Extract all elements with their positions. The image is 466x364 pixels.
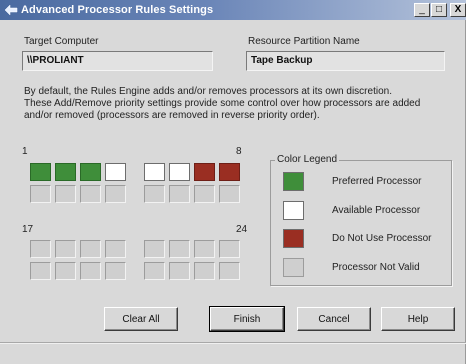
legend-item-not-valid: Processor Not Valid	[283, 258, 420, 277]
processor-grid-17-20	[30, 240, 126, 280]
target-computer-label: Target Computer	[24, 36, 99, 47]
rules-description: By default, the Rules Engine adds and/or…	[24, 86, 424, 122]
processor-slot-15[interactable]	[194, 185, 215, 203]
processor-grid-5-8	[144, 163, 240, 203]
legend-item-available: Available Processor	[283, 201, 420, 220]
title-bar[interactable]: Advanced Processor Rules Settings _ □ X	[0, 0, 466, 20]
maximize-button[interactable]: □	[431, 3, 447, 17]
processor-slot-5[interactable]	[144, 163, 165, 181]
processor-rules-window: Advanced Processor Rules Settings _ □ X …	[0, 0, 466, 364]
processor-slot-7[interactable]	[194, 163, 215, 181]
processor-slot-11[interactable]	[80, 185, 101, 203]
processor-label-24: 24	[236, 224, 248, 235]
processor-slot-19[interactable]	[80, 240, 101, 258]
legend-item-do-not-use: Do Not Use Processor	[283, 229, 431, 248]
processor-slot-6[interactable]	[169, 163, 190, 181]
clear-all-button[interactable]: Clear All	[104, 307, 178, 331]
description-line: and/or removed (processors are removed i…	[24, 110, 320, 121]
description-line: These Add/Remove priority settings provi…	[24, 98, 421, 109]
window-title: Advanced Processor Rules Settings	[21, 4, 214, 16]
legend-label: Preferred Processor	[332, 176, 422, 187]
legend-label: Do Not Use Processor	[332, 233, 432, 244]
processor-slot-30[interactable]	[169, 262, 190, 280]
preferred-swatch	[283, 172, 304, 191]
processor-slot-2[interactable]	[55, 163, 76, 181]
processor-slot-10[interactable]	[55, 185, 76, 203]
color-legend: Color Legend Preferred Processor Availab…	[270, 154, 452, 286]
do-not-use-swatch	[283, 229, 304, 248]
processor-slot-31[interactable]	[194, 262, 215, 280]
available-swatch	[283, 201, 304, 220]
processor-slot-13[interactable]	[144, 185, 165, 203]
close-button[interactable]: X	[450, 3, 466, 17]
resource-partition-field: Tape Backup	[246, 51, 445, 71]
status-divider-highlight	[0, 343, 466, 344]
processor-slot-16[interactable]	[219, 185, 240, 203]
app-arrow-icon	[4, 3, 18, 17]
processor-slot-20[interactable]	[105, 240, 126, 258]
processor-slot-27[interactable]	[80, 262, 101, 280]
processor-slot-12[interactable]	[105, 185, 126, 203]
finish-button[interactable]: Finish	[209, 306, 285, 332]
window-controls: _ □ X	[414, 3, 466, 17]
not-valid-swatch	[283, 258, 304, 277]
processor-slot-21[interactable]	[144, 240, 165, 258]
processor-slot-24[interactable]	[219, 240, 240, 258]
legend-label: Processor Not Valid	[332, 262, 420, 273]
processor-grid-1-4	[30, 163, 126, 203]
processor-slot-4[interactable]	[105, 163, 126, 181]
cancel-button[interactable]: Cancel	[297, 307, 371, 331]
processor-label-17: 17	[22, 224, 34, 235]
color-legend-title: Color Legend	[275, 154, 340, 165]
processor-slot-32[interactable]	[219, 262, 240, 280]
processor-slot-29[interactable]	[144, 262, 165, 280]
resource-partition-label: Resource Partition Name	[248, 36, 360, 47]
processor-slot-25[interactable]	[30, 262, 51, 280]
description-line: By default, the Rules Engine adds and/or…	[24, 86, 392, 97]
processor-slot-23[interactable]	[194, 240, 215, 258]
target-computer-field: \\PROLIANT	[22, 51, 213, 71]
legend-item-preferred: Preferred Processor	[283, 172, 421, 191]
legend-label: Available Processor	[332, 205, 421, 216]
processor-slot-18[interactable]	[55, 240, 76, 258]
help-button[interactable]: Help	[381, 307, 455, 331]
processor-slot-3[interactable]	[80, 163, 101, 181]
processor-label-8: 8	[236, 146, 242, 157]
processor-slot-14[interactable]	[169, 185, 190, 203]
processor-label-1: 1	[22, 146, 28, 157]
processor-slot-17[interactable]	[30, 240, 51, 258]
processor-slot-1[interactable]	[30, 163, 51, 181]
minimize-button[interactable]: _	[414, 3, 430, 17]
processor-slot-28[interactable]	[105, 262, 126, 280]
processor-slot-26[interactable]	[55, 262, 76, 280]
processor-slot-22[interactable]	[169, 240, 190, 258]
processor-slot-8[interactable]	[219, 163, 240, 181]
processor-slot-9[interactable]	[30, 185, 51, 203]
processor-grid-21-24	[144, 240, 240, 280]
